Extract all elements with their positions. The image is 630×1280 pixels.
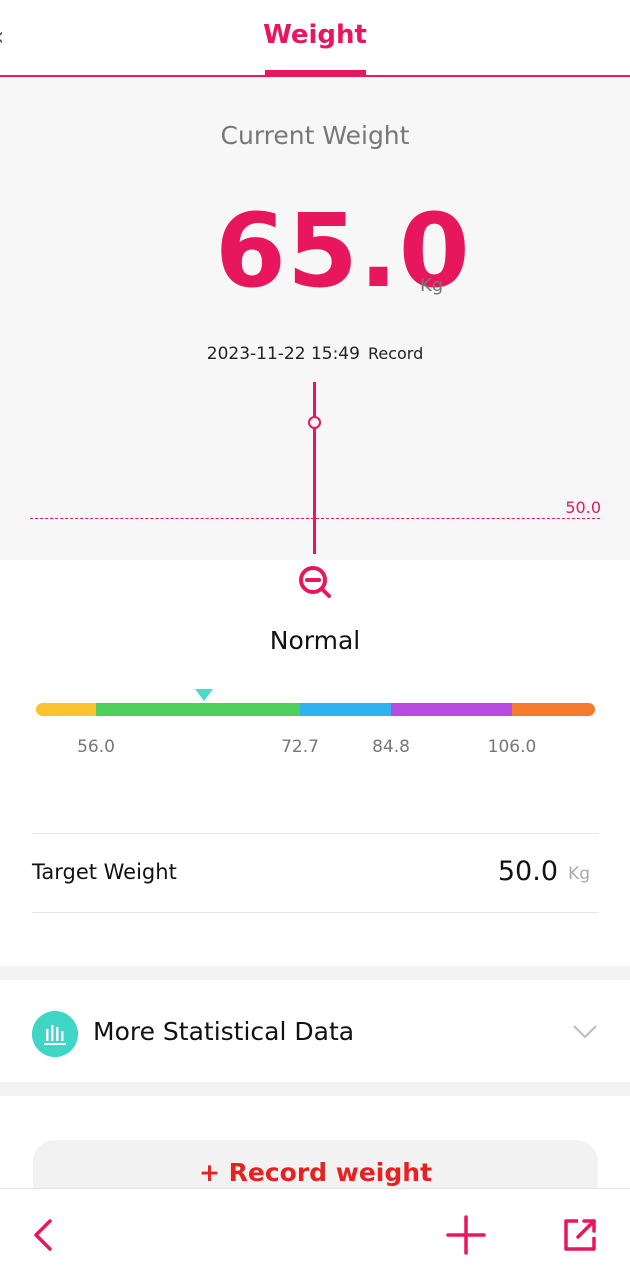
chevron-left-icon[interactable] (22, 1213, 66, 1257)
divider (32, 833, 599, 834)
record-label: Record (367, 344, 424, 363)
record-datetime: 2023-11-22 15:49 Record (0, 344, 630, 364)
section-gap (0, 966, 630, 980)
weight-indicator-dot (308, 416, 321, 429)
record-datetime-value: 2023-11-22 15:49 (206, 344, 360, 364)
section-gap (0, 1082, 630, 1096)
bmi-tick: 84.8 (372, 737, 410, 757)
bmi-segment-underweight (36, 703, 96, 716)
bottom-toolbar (0, 1188, 630, 1280)
record-weight-label: + Record weight (198, 1158, 433, 1187)
bmi-segment-severe (512, 703, 595, 716)
more-statistical-data-label: More Statistical Data (93, 1017, 355, 1046)
current-weight-unit: Kg (420, 275, 444, 296)
bmi-range-bar (36, 703, 595, 716)
bmi-segment-obese (391, 703, 512, 716)
target-weight-value: 50.0 (497, 856, 558, 887)
bar-chart-icon (32, 1011, 78, 1057)
current-weight-panel: Current Weight 65.0 Kg 2023-11-22 15:49 R… (0, 77, 630, 560)
weight-status: Normal (269, 626, 361, 655)
page-title: Weight (263, 20, 367, 50)
share-external-icon[interactable] (558, 1213, 602, 1257)
current-weight-label: Current Weight (220, 121, 410, 150)
bmi-segment-normal (96, 703, 300, 716)
bmi-tick: 72.7 (281, 737, 319, 757)
title-underline (265, 70, 366, 75)
weight-indicator-line (313, 382, 316, 554)
bmi-segment-overweight (300, 703, 391, 716)
header-bar: ‹ Weight (0, 0, 630, 77)
divider (32, 912, 599, 913)
zoom-out-icon[interactable] (297, 564, 333, 600)
target-dashed-line (30, 518, 600, 519)
bmi-tick: 56.0 (77, 737, 115, 757)
chevron-down-icon[interactable] (572, 1022, 598, 1042)
target-weight-label: Target Weight (32, 860, 177, 884)
bmi-marker (195, 689, 213, 701)
bmi-tick: 106.0 (487, 737, 537, 757)
plus-icon[interactable] (444, 1213, 488, 1257)
target-weight-unit: Kg (568, 864, 590, 884)
target-line-label: 50.0 (565, 498, 601, 517)
